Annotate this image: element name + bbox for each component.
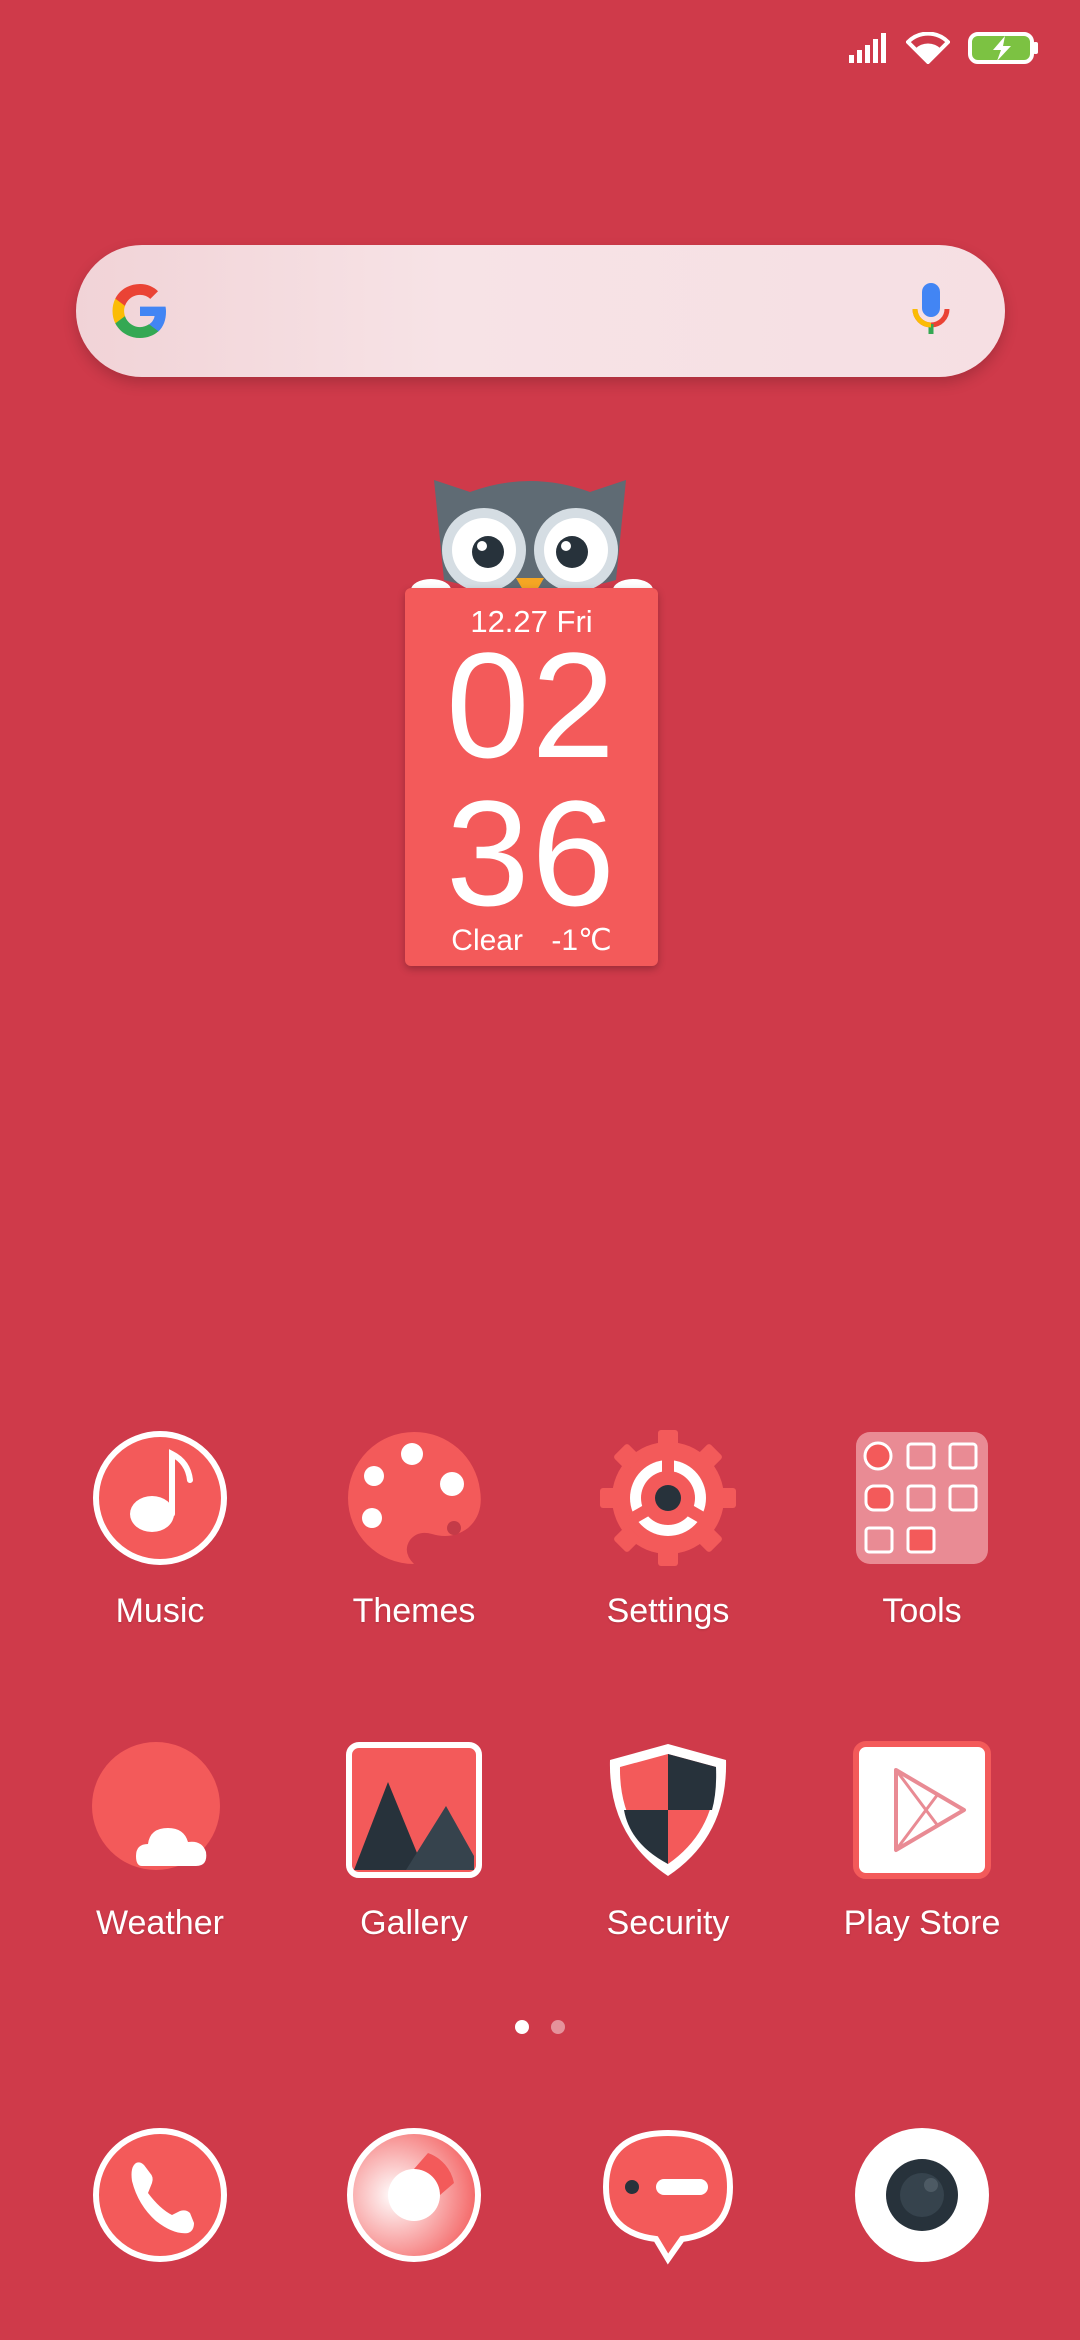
weather-icon (90, 1740, 230, 1880)
app-weather[interactable]: Weather (40, 1740, 280, 1943)
app-label: Music (115, 1592, 205, 1630)
gallery-icon (344, 1740, 484, 1880)
phone-icon (93, 2128, 227, 2262)
dock-messages[interactable] (598, 2125, 738, 2265)
weather-condition: Clear (451, 924, 523, 957)
music-note-icon (90, 1428, 230, 1568)
signal-icon (849, 33, 886, 63)
clock-weather-widget[interactable]: 12.27 Fri 02 36 Clear -1℃ (405, 588, 658, 966)
app-label: Themes (352, 1592, 476, 1630)
google-search-bar[interactable] (76, 245, 1005, 377)
battery-charging-icon (968, 32, 1038, 64)
shield-icon (598, 1740, 738, 1880)
widget-hour: 02 (446, 621, 617, 789)
app-music[interactable]: Music (40, 1428, 280, 1631)
app-themes[interactable]: Themes (294, 1428, 534, 1631)
google-logo (112, 284, 166, 338)
microphone-icon[interactable] (909, 281, 953, 343)
play-store-icon (852, 1740, 992, 1880)
page-indicator[interactable] (0, 2020, 1080, 2034)
app-tools-folder[interactable]: Tools (802, 1428, 1042, 1631)
dock-browser[interactable] (344, 2125, 484, 2265)
app-label: Gallery (360, 1904, 468, 1942)
app-label: Tools (882, 1592, 962, 1630)
dock-camera[interactable] (852, 2125, 992, 2265)
widget-weather: Clear -1℃ (405, 923, 658, 958)
gear-icon (598, 1428, 738, 1568)
app-gallery[interactable]: Gallery (294, 1740, 534, 1943)
app-label: Settings (606, 1592, 730, 1630)
page-dot-active[interactable] (515, 2020, 529, 2034)
app-play-store[interactable]: Play Store (802, 1740, 1042, 1943)
app-security[interactable]: Security (548, 1740, 788, 1943)
app-label: Weather (96, 1904, 224, 1942)
messages-icon (602, 2129, 734, 2265)
palette-icon (344, 1428, 484, 1568)
widget-minute: 36 (446, 769, 617, 937)
folder-icon (852, 1428, 992, 1568)
wifi-icon (906, 32, 950, 64)
app-label: Security (606, 1904, 730, 1942)
app-settings[interactable]: Settings (548, 1428, 788, 1631)
app-label: Play Store (843, 1904, 1001, 1942)
weather-temperature: -1℃ (551, 924, 612, 957)
dock-phone[interactable] (90, 2125, 230, 2265)
status-bar (848, 28, 1040, 68)
browser-icon (347, 2128, 481, 2262)
page-dot[interactable] (551, 2020, 565, 2034)
camera-icon (855, 2128, 989, 2262)
